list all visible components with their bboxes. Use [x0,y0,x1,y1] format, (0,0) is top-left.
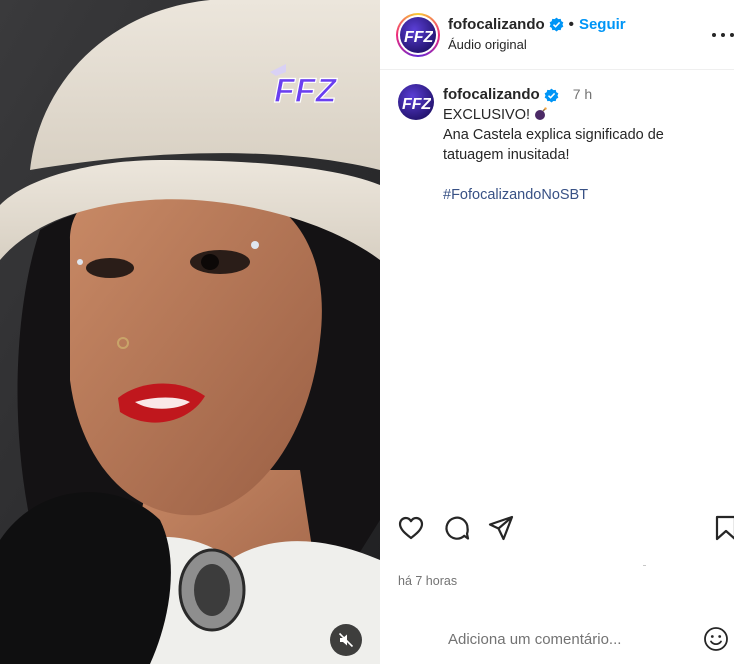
caption-username[interactable]: fofocalizando [443,85,559,105]
ffz-watermark-logo: FFZ [270,64,338,111]
smiley-icon[interactable] [703,626,729,652]
more-options-dot [721,33,725,37]
caption-line-1: EXCLUSIVO! [443,105,728,125]
speaker-muted-icon [338,632,354,648]
ffz-watermark-text: FFZ [274,72,338,110]
header-username[interactable]: fofocalizando [448,16,545,33]
comment-bubble-icon[interactable] [443,514,471,542]
post-actions-bar [380,510,734,544]
verified-badge-icon [549,17,564,32]
caption-avatar[interactable]: FFZ [398,84,434,120]
heart-icon[interactable] [397,514,425,542]
bomb-emoji-icon [535,107,547,120]
caption-time[interactable]: 7 h [573,86,592,102]
verified-badge-icon [544,88,559,102]
more-options-button[interactable] [712,26,734,44]
post-panel: FFZ fofocalizando • Seguir Áudio origina… [380,0,734,664]
comment-bar [380,614,734,664]
audio-label[interactable]: Áudio original [448,37,527,52]
bookmark-icon[interactable] [712,514,734,542]
paper-plane-icon[interactable] [487,514,515,542]
avatar: FFZ [400,17,436,53]
post-timestamp[interactable]: há 7 horas [398,574,457,588]
post-header: FFZ fofocalizando • Seguir Áudio origina… [380,0,734,70]
caption-hashtag-link[interactable]: #FofocalizandoNoSBT [443,185,728,205]
more-options-icon [712,33,716,37]
caption-line-2: Ana Castela explica significado de [443,127,664,143]
caption-line-1-text: EXCLUSIVO! [443,107,531,123]
header-separator: • [568,16,574,33]
more-options-dot [730,33,734,37]
caption-line-3: tatuagem inusitada! [443,147,570,163]
svg-text:FFZ: FFZ [404,29,433,46]
caption-username-text[interactable]: fofocalizando [443,85,540,105]
divider [643,565,646,566]
svg-text:FFZ: FFZ [402,96,431,113]
avatar-story-ring[interactable]: FFZ [396,13,440,57]
video-player[interactable]: FFZ [0,0,380,664]
ffz-avatar-logo: FFZ [404,29,433,46]
follow-button[interactable]: Seguir [579,16,626,33]
post-caption: fofocalizando 7 h EXCLUSIVO! Ana Castela… [443,84,728,205]
mute-toggle-button[interactable] [330,624,362,656]
header-user-row: fofocalizando • Seguir [448,16,626,33]
comment-input[interactable] [448,626,678,652]
ffz-avatar-logo: FFZ [402,96,431,113]
